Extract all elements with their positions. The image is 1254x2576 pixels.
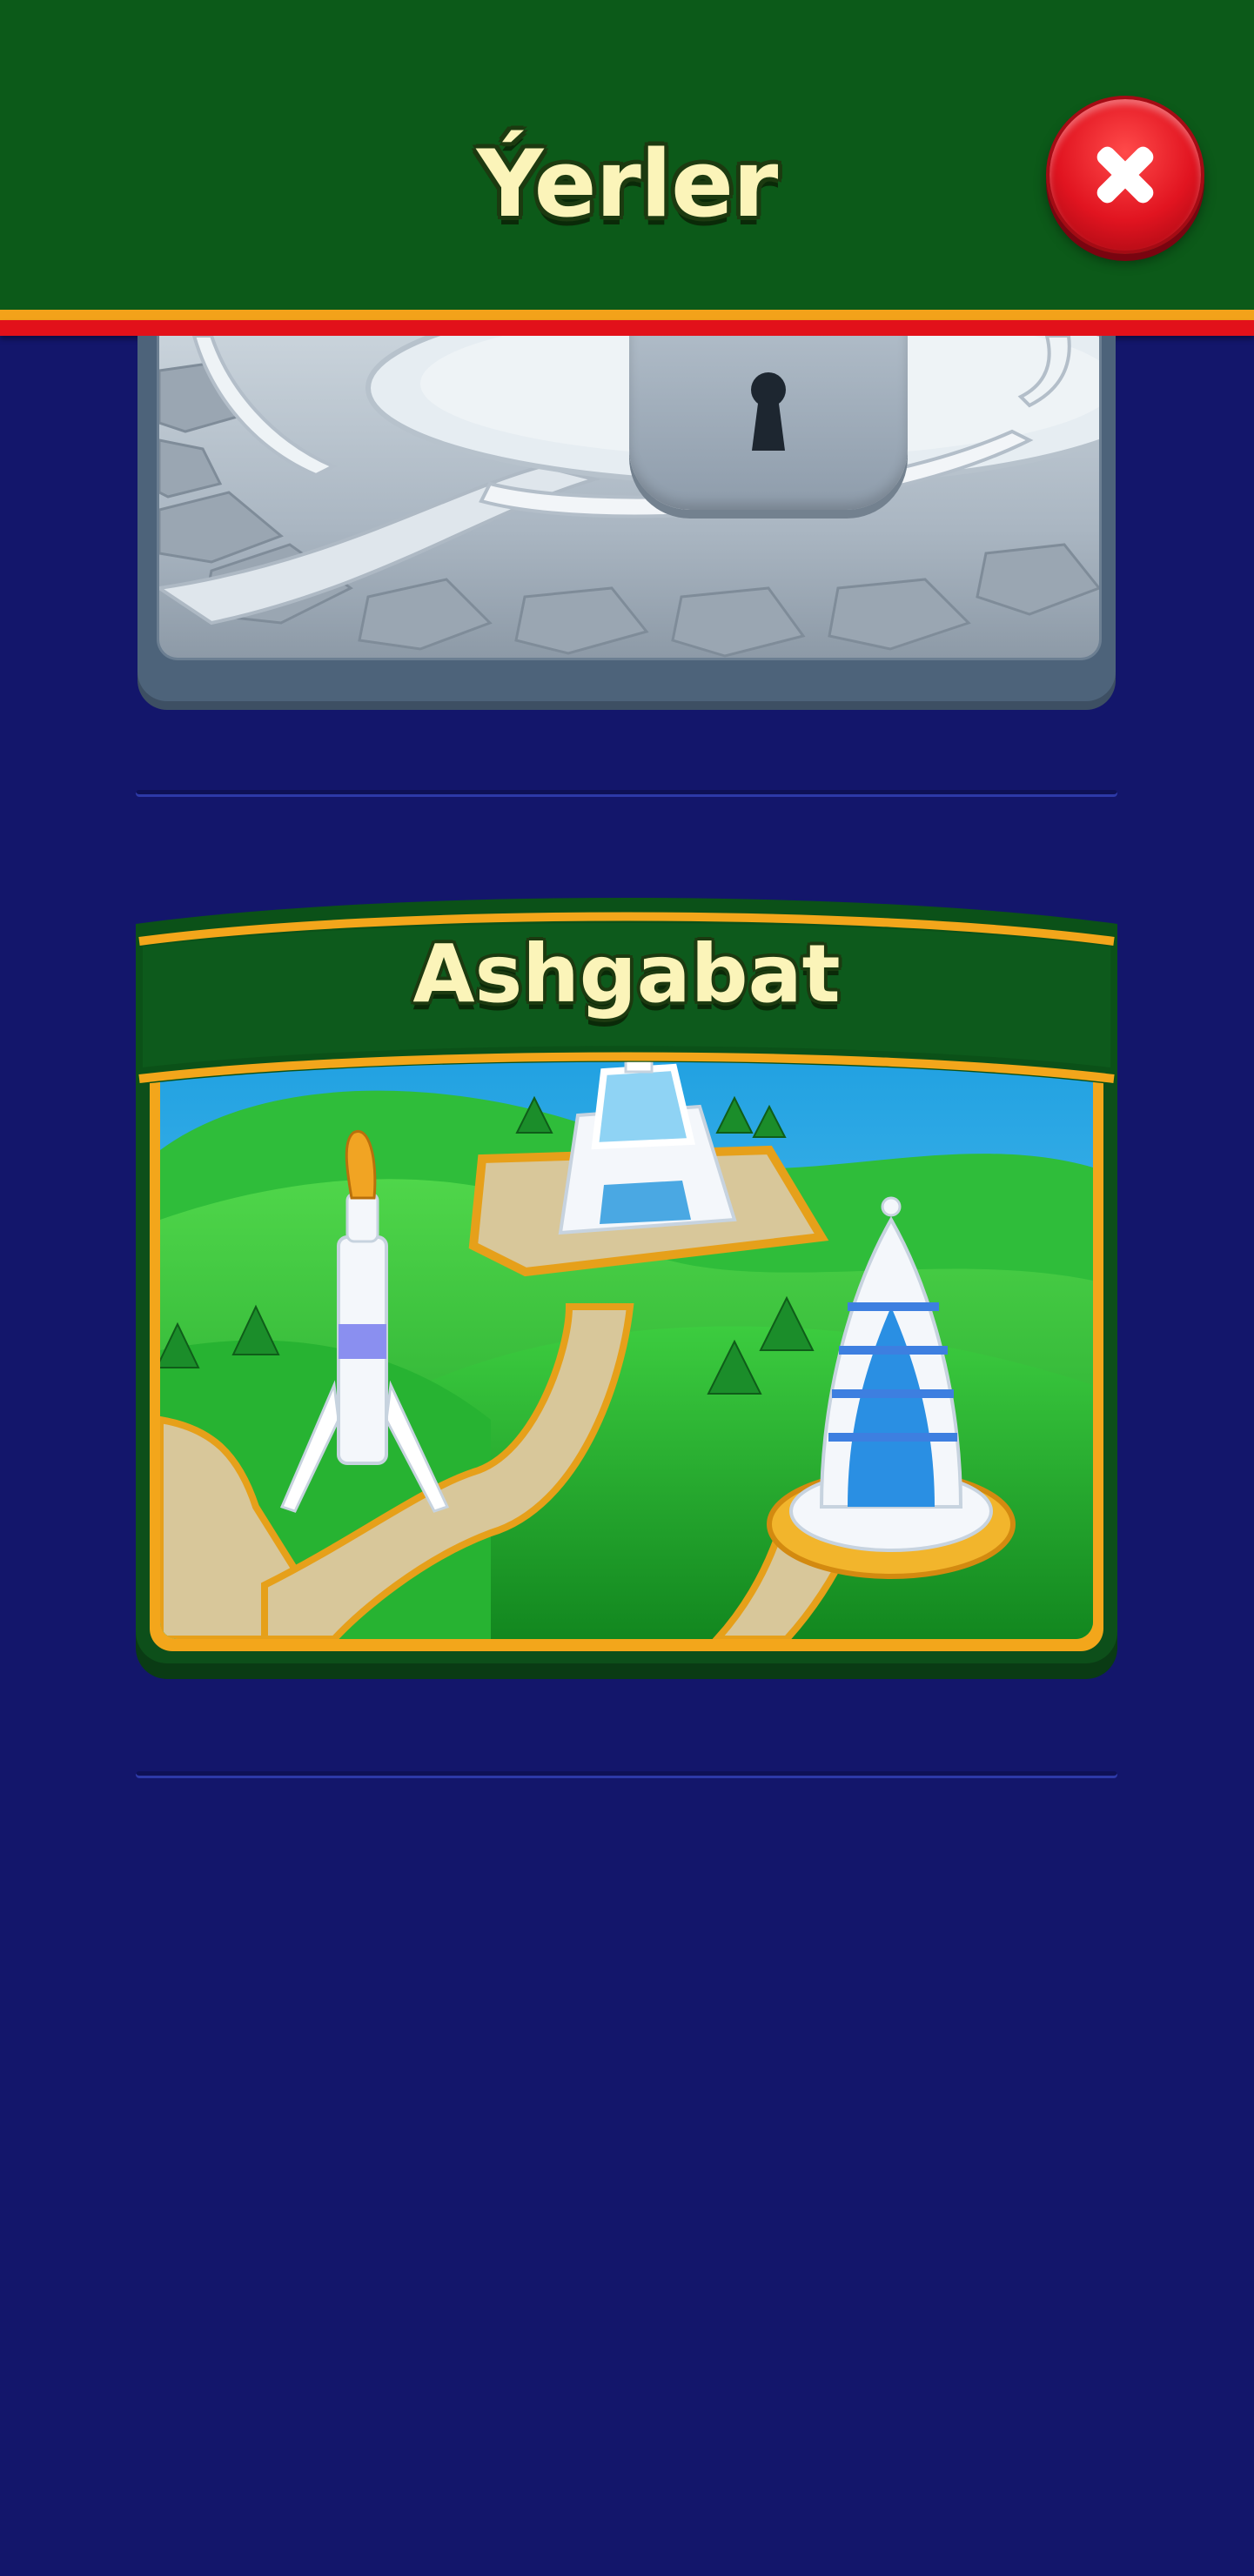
location-card-ashgabat[interactable]: Ashgabat [131,889,1123,1681]
locked-location-card[interactable] [137,336,1116,701]
city-map-illustration [160,1020,1093,1639]
header-stripe-red [0,320,1254,336]
lock-icon [629,336,908,510]
keyhole-icon [751,372,786,451]
close-button[interactable] [1046,96,1204,254]
section-divider [136,790,1117,797]
header-stripe-orange [0,310,1254,320]
section-divider [136,1771,1117,1778]
location-name-banner: Ashgabat [131,889,1123,1107]
top-header: Ýerler [0,0,1254,311]
location-name: Ashgabat [412,927,841,1020]
ashgabat-map-illustration [160,1020,1093,1639]
close-icon [1096,146,1154,204]
locked-location-image [157,336,1102,660]
